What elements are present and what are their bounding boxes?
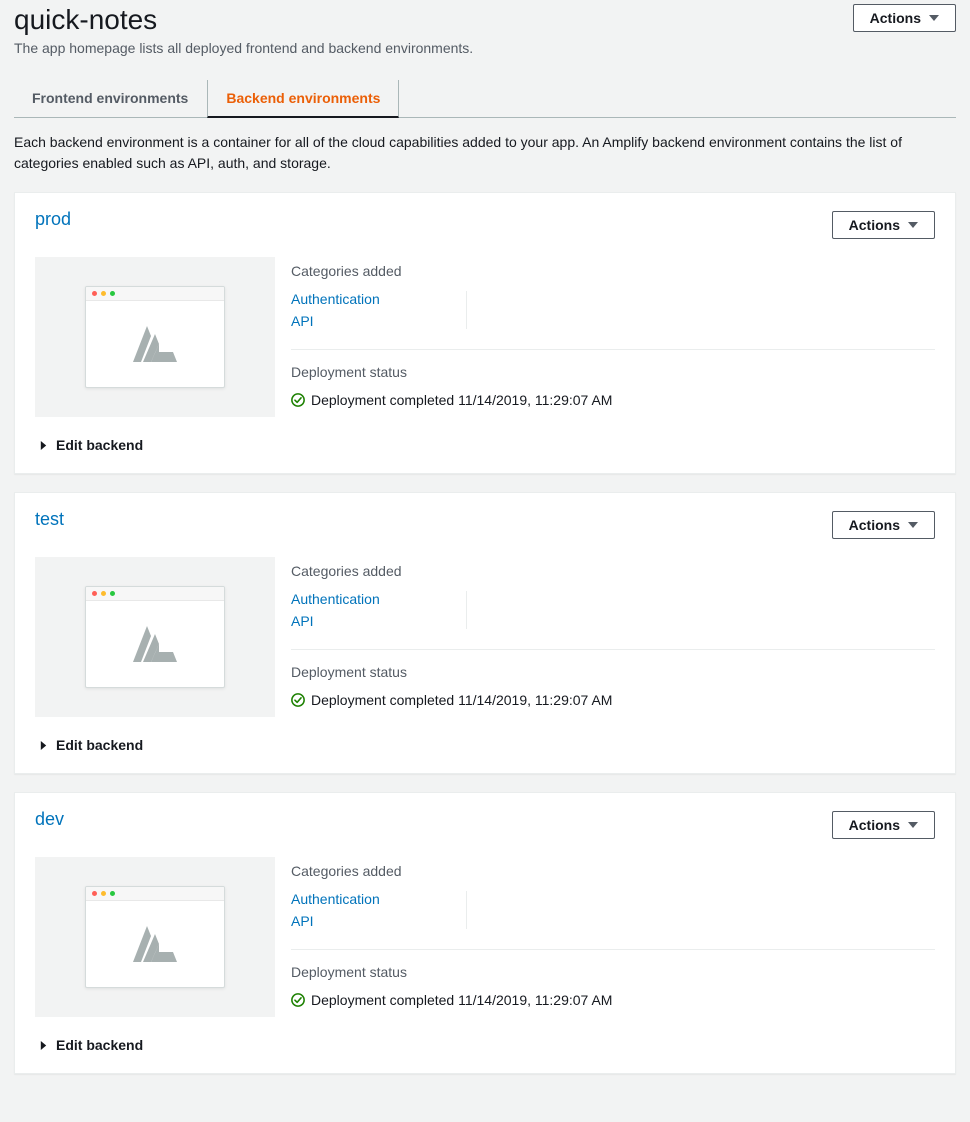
app-preview-window <box>85 286 225 388</box>
deployment-status-text: Deployment completed 11/14/2019, 11:29:0… <box>311 992 612 1008</box>
deployment-status-label: Deployment status <box>291 664 935 680</box>
category-link[interactable]: Authentication <box>291 591 466 607</box>
environment-thumbnail <box>35 257 275 417</box>
actions-button-label: Actions <box>870 10 921 26</box>
edit-backend-toggle[interactable]: Edit backend <box>39 437 143 453</box>
deployment-status-text: Deployment completed 11/14/2019, 11:29:0… <box>311 392 612 408</box>
window-minimize-dot <box>101 591 106 596</box>
environment-thumbnail <box>35 857 275 1017</box>
tab-description: Each backend environment is a container … <box>14 132 956 174</box>
edit-backend-label: Edit backend <box>56 437 143 453</box>
caret-right-icon <box>39 741 48 750</box>
categories-list: Authentication API <box>291 891 467 929</box>
amplify-logo-icon <box>129 624 181 664</box>
page-title: quick-notes <box>14 4 157 36</box>
environment-name-link[interactable]: dev <box>35 809 64 830</box>
actions-button-label: Actions <box>849 517 900 533</box>
category-link[interactable]: Authentication <box>291 891 466 907</box>
caret-down-icon <box>929 13 939 23</box>
app-preview-window <box>85 886 225 988</box>
categories-added-label: Categories added <box>291 263 935 279</box>
caret-down-icon <box>908 520 918 530</box>
category-link[interactable]: API <box>291 313 466 329</box>
window-close-dot <box>92 891 97 896</box>
page-subtitle: The app homepage lists all deployed fron… <box>14 40 956 56</box>
deployment-status-text: Deployment completed 11/14/2019, 11:29:0… <box>311 692 612 708</box>
amplify-logo-icon <box>129 324 181 364</box>
check-circle-icon <box>291 693 305 707</box>
window-titlebar <box>86 587 224 601</box>
edit-backend-toggle[interactable]: Edit backend <box>39 1037 143 1053</box>
caret-down-icon <box>908 220 918 230</box>
categories-added-label: Categories added <box>291 863 935 879</box>
window-close-dot <box>92 591 97 596</box>
actions-button-label: Actions <box>849 817 900 833</box>
check-circle-icon <box>291 993 305 1007</box>
environment-actions-button[interactable]: Actions <box>832 511 935 539</box>
deployment-status: Deployment completed 11/14/2019, 11:29:0… <box>291 392 935 408</box>
category-link[interactable]: API <box>291 913 466 929</box>
app-preview-window <box>85 586 225 688</box>
deployment-status: Deployment completed 11/14/2019, 11:29:0… <box>291 992 935 1008</box>
category-link[interactable]: Authentication <box>291 291 466 307</box>
amplify-logo-icon <box>129 924 181 964</box>
environment-name-link[interactable]: prod <box>35 209 71 230</box>
environment-card: prod Actions Categories added <box>14 192 956 474</box>
check-circle-icon <box>291 393 305 407</box>
window-zoom-dot <box>110 891 115 896</box>
category-link[interactable]: API <box>291 613 466 629</box>
environment-thumbnail <box>35 557 275 717</box>
deployment-status-label: Deployment status <box>291 964 935 980</box>
categories-list: Authentication API <box>291 591 467 629</box>
tab-frontend-environments[interactable]: Frontend environments <box>14 80 207 117</box>
environment-name-link[interactable]: test <box>35 509 64 530</box>
edit-backend-label: Edit backend <box>56 1037 143 1053</box>
environment-actions-button[interactable]: Actions <box>832 811 935 839</box>
window-zoom-dot <box>110 291 115 296</box>
deployment-status-label: Deployment status <box>291 364 935 380</box>
edit-backend-toggle[interactable]: Edit backend <box>39 737 143 753</box>
environment-card: test Actions Categories added <box>14 492 956 774</box>
window-minimize-dot <box>101 891 106 896</box>
page-actions-button[interactable]: Actions <box>853 4 956 32</box>
window-titlebar <box>86 887 224 901</box>
tab-backend-environments[interactable]: Backend environments <box>207 80 399 118</box>
deployment-status: Deployment completed 11/14/2019, 11:29:0… <box>291 692 935 708</box>
environment-tabs: Frontend environments Backend environmen… <box>14 80 956 118</box>
window-close-dot <box>92 291 97 296</box>
window-zoom-dot <box>110 591 115 596</box>
categories-added-label: Categories added <box>291 563 935 579</box>
actions-button-label: Actions <box>849 217 900 233</box>
caret-down-icon <box>908 820 918 830</box>
caret-right-icon <box>39 441 48 450</box>
environment-actions-button[interactable]: Actions <box>832 211 935 239</box>
edit-backend-label: Edit backend <box>56 737 143 753</box>
caret-right-icon <box>39 1041 48 1050</box>
window-titlebar <box>86 287 224 301</box>
categories-list: Authentication API <box>291 291 467 329</box>
window-minimize-dot <box>101 291 106 296</box>
environment-card: dev Actions Categories added <box>14 792 956 1074</box>
